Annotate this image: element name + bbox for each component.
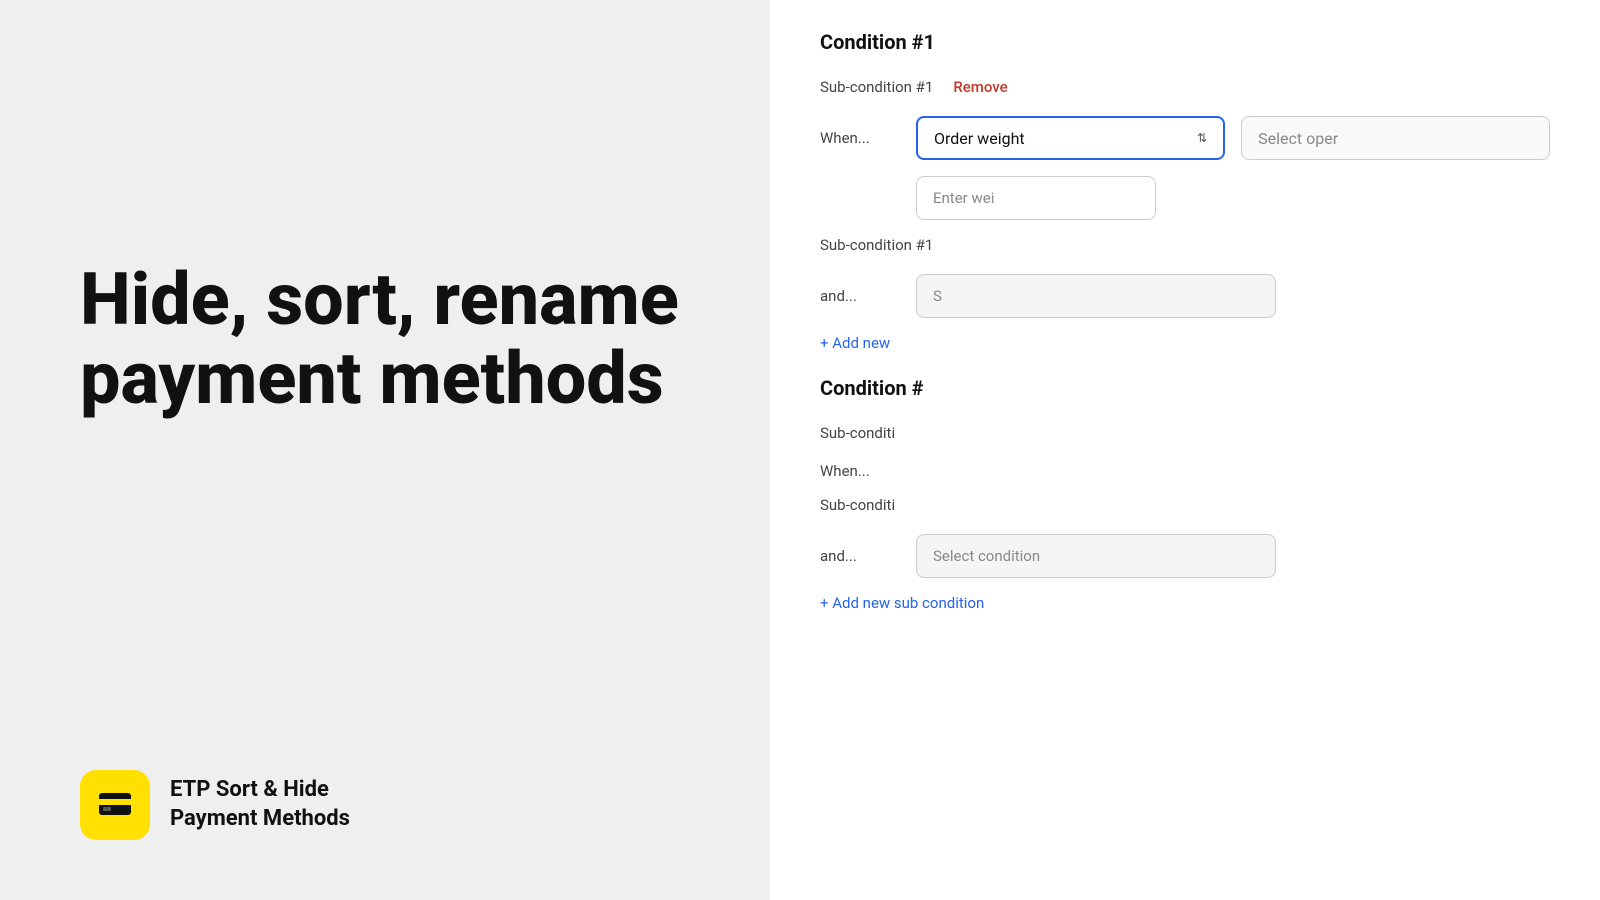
and-select-placeholder: S [933,287,942,305]
enter-weight-input[interactable]: Enter wei [916,176,1156,220]
and-select-dropdown[interactable]: S [916,274,1276,318]
add-new-sub-condition-link[interactable]: + Add new sub condition [820,594,1550,612]
hero-section: Hide, sort, rename payment methods [80,60,710,418]
sub-condition-2-bottom-label: Sub-conditi [820,496,895,514]
right-panel: Condition #1 Sub-condition #1 Remove Whe… [770,0,1600,900]
brand-name-line1: ETP Sort & Hide [170,776,350,805]
add-new-sub-condition-text: + Add new sub condition [820,594,984,612]
and-select-2-placeholder: Select condition [933,547,1040,565]
condition-1-title: Condition #1 [820,30,1550,54]
enter-weight-placeholder: Enter wei [933,189,994,207]
condition-2-section: Condition # Sub-conditi When... Sub-cond… [820,376,1550,612]
operator-select-dropdown[interactable]: Select oper [1241,116,1550,160]
when-label-2: When... [820,462,900,480]
hero-text: Hide, sort, rename payment methods [80,260,710,418]
brand-icon [80,770,150,840]
enter-weight-row: Enter wei [916,176,1550,220]
operator-placeholder: Select oper [1258,129,1338,148]
sub-condition-1-label: Sub-condition #1 [820,78,933,96]
when-row-2: When... [820,462,1550,480]
condition-2-title: Condition # [820,376,1550,400]
sub-condition-1-bottom: Sub-condition #1 [820,236,1550,254]
and-label-2: and... [820,547,900,565]
and-select-2[interactable]: Select condition [916,534,1276,578]
sub-condition-bottom-label: Sub-condition #1 [820,236,933,254]
add-new-text: + Add new [820,334,890,352]
and-row-2: and... Select condition [820,534,1550,578]
add-new-link[interactable]: + Add new [820,334,1550,352]
and-row-1: and... S [820,274,1550,318]
left-panel: Hide, sort, rename payment methods ETP S… [0,0,770,900]
condition-select-dropdown[interactable]: Order weight ⇅ [916,116,1225,160]
sub-condition-1-header: Sub-condition #1 Remove [820,78,1550,96]
brand-name-line2: Payment Methods [170,805,350,834]
brand-text: ETP Sort & Hide Payment Methods [170,776,350,833]
and-label-1: and... [820,287,900,305]
sub-condition-2-header: Sub-conditi [820,424,1550,442]
remove-button[interactable]: Remove [953,78,1007,96]
when-label-1: When... [820,129,900,147]
brand-logo-icon [95,785,135,825]
sub-condition-2-label: Sub-conditi [820,424,895,442]
sub-condition-2-bottom: Sub-conditi [820,496,1550,514]
chevron-updown-icon: ⇅ [1197,131,1207,145]
brand-area: ETP Sort & Hide Payment Methods [80,770,710,840]
when-row-1: When... Order weight ⇅ Select oper [820,116,1550,160]
selected-condition-value: Order weight [934,129,1025,148]
